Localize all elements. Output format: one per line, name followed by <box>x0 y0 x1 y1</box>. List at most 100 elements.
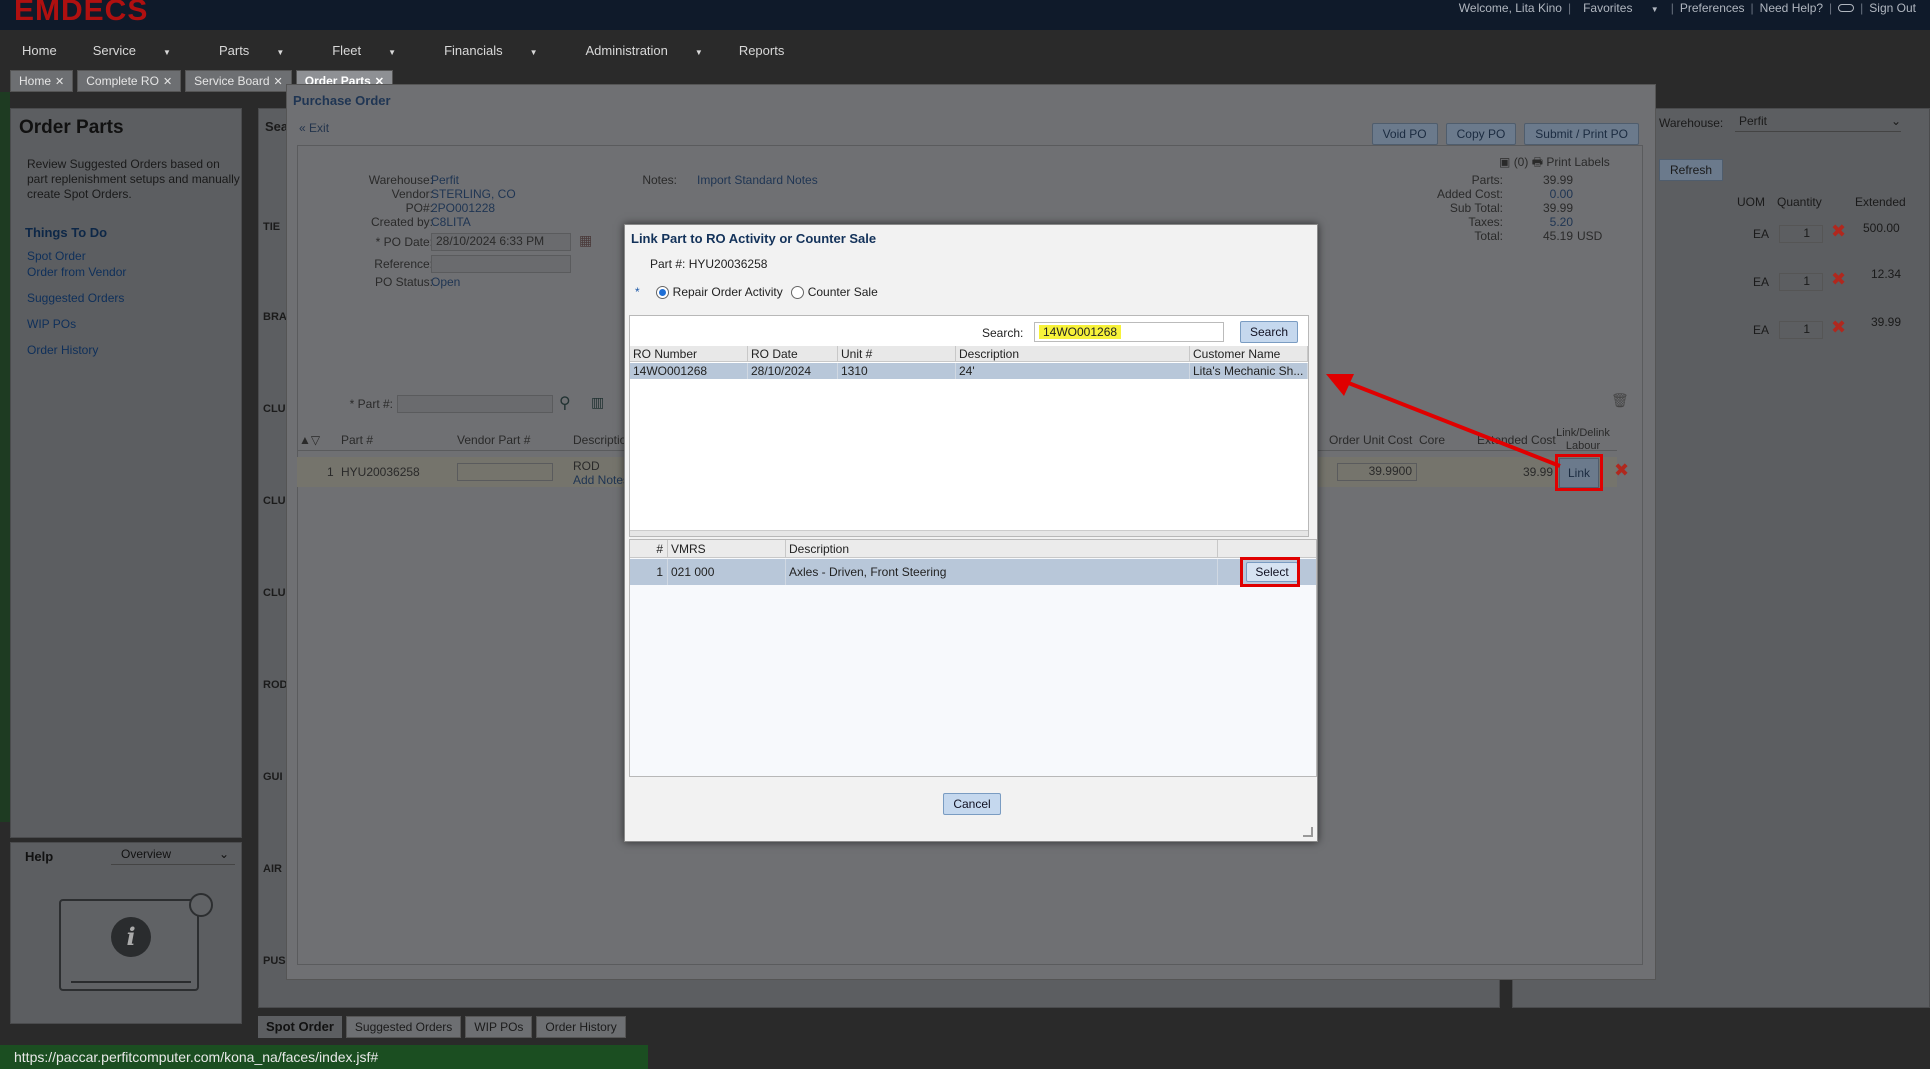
radio-repair-order-activity[interactable] <box>655 285 669 299</box>
vendor-label: Vendor: <box>391 187 433 201</box>
radio-counter-sale[interactable] <box>790 285 804 299</box>
delete-icon[interactable]: ✖ <box>1831 269 1846 290</box>
col-ro-number[interactable]: RO Number <box>630 346 748 362</box>
highlight-select-button <box>1240 557 1300 587</box>
summary-taxes[interactable]: 5.20 <box>1513 215 1573 229</box>
vmrs-description: Axles - Driven, Front Steering <box>786 559 1218 585</box>
sort-icon[interactable]: ▲▽ <box>299 433 320 447</box>
modal-title: Link Part to RO Activity or Counter Sale <box>631 231 877 246</box>
vmrs-code: 021 000 <box>668 559 786 585</box>
nav-home[interactable]: Home <box>10 43 69 58</box>
cart-qty-stepper[interactable]: 1 <box>1779 225 1823 243</box>
ro-table-row[interactable]: 14WO001268 28/10/2024 1310 24' Lita's Me… <box>630 363 1308 379</box>
po-toolbar: Void PO Copy PO Submit / Print PO <box>1364 123 1639 145</box>
ro-table-scrollbar[interactable] <box>630 530 1308 536</box>
help-video[interactable]: i <box>59 899 199 991</box>
link-suggested-orders[interactable]: Suggested Orders <box>27 291 126 305</box>
radio-counter-label[interactable]: Counter Sale <box>808 285 878 299</box>
cart-refresh-button[interactable]: Refresh <box>1659 159 1723 181</box>
part-input-label: * Part #: <box>349 397 393 411</box>
nav-administration[interactable]: Administration ▼ <box>562 43 727 58</box>
cart-qty-stepper[interactable]: 1 <box>1779 273 1823 291</box>
annotation-arrow <box>1326 374 1561 468</box>
po-date-input[interactable]: 28/10/2024 6:33 PM <box>431 233 571 251</box>
vmrs-table-header: # VMRS Description <box>630 540 1316 558</box>
cart-warehouse-select[interactable]: Perfit ⌄ <box>1735 114 1901 132</box>
sign-out-link[interactable]: Sign Out <box>1863 1 1922 15</box>
barcode-icon[interactable]: ▥ <box>591 395 604 411</box>
tab-suggested-orders[interactable]: Suggested Orders <box>345 1016 462 1038</box>
import-notes-link[interactable]: Import Standard Notes <box>697 173 818 187</box>
search-button[interactable]: Search <box>1240 321 1298 343</box>
submit-print-po-button[interactable]: Submit / Print PO <box>1524 123 1639 145</box>
search-icon[interactable]: ⚲ <box>559 393 571 412</box>
tab-service-board[interactable]: Service Board ✕ <box>185 70 292 92</box>
tab-home[interactable]: Home ✕ <box>10 70 74 92</box>
tab-order-history[interactable]: Order History <box>536 1016 626 1038</box>
link-order-history[interactable]: Order History <box>27 343 126 357</box>
preferences-link[interactable]: Preferences <box>1674 1 1751 15</box>
add-notes-link[interactable]: Add Notes <box>573 473 629 487</box>
resize-grip-icon[interactable] <box>1303 827 1313 837</box>
col-unit[interactable]: Unit # <box>838 346 956 362</box>
nav-reports[interactable]: Reports <box>727 43 797 58</box>
cart-qty-stepper[interactable]: 1 <box>1779 321 1823 339</box>
part-input[interactable] <box>397 395 553 413</box>
col-ro-date[interactable]: RO Date <box>748 346 838 362</box>
chevron-down-icon: ▼ <box>388 47 397 57</box>
close-icon[interactable]: ✕ <box>274 75 283 88</box>
col-vendor-part[interactable]: Vendor Part # <box>457 433 530 447</box>
vmrs-row[interactable]: 1 021 000 Axles - Driven, Front Steering… <box>630 557 1316 587</box>
trash-icon[interactable]: 🗑 <box>1611 393 1629 409</box>
summary-label: Parts: <box>1471 173 1503 187</box>
top-links: Welcome, Lita Kino | Favorites ▼ | Prefere… <box>1453 0 1922 16</box>
cancel-button[interactable]: Cancel <box>943 793 1001 815</box>
calendar-icon[interactable]: ▦ <box>579 233 592 249</box>
cart-extended: 12.34 <box>1871 267 1902 281</box>
link-wip-pos[interactable]: WIP POs <box>27 317 126 331</box>
void-po-button[interactable]: Void PO <box>1371 123 1438 145</box>
gear-icon[interactable] <box>189 893 213 917</box>
need-help-link[interactable]: Need Help? <box>1754 1 1829 15</box>
vendor-part-input[interactable] <box>457 463 553 481</box>
close-icon[interactable]: ✕ <box>163 75 172 88</box>
line-description: ROD <box>573 459 600 473</box>
delete-icon[interactable]: ✖ <box>1831 317 1846 338</box>
link-order-from-vendor[interactable]: Order from Vendor <box>27 265 126 279</box>
nav-parts[interactable]: Parts ▼ <box>195 43 308 58</box>
help-topic-select[interactable]: Overview ⌄ <box>111 847 235 865</box>
delete-line-icon[interactable]: ✖ <box>1614 460 1629 481</box>
radio-repair-label[interactable]: Repair Order Activity <box>673 285 783 299</box>
cart-extended: 39.99 <box>1871 315 1902 329</box>
nav-financials[interactable]: Financials ▼ <box>420 43 561 58</box>
copy-po-button[interactable]: Copy PO <box>1445 123 1517 145</box>
summary-added-cost[interactable]: 0.00 <box>1513 187 1573 201</box>
notes-label: Notes: <box>642 173 677 187</box>
reference-input[interactable] <box>431 255 571 273</box>
cart-header-uom: UOM <box>1737 195 1765 209</box>
close-icon[interactable]: ✕ <box>55 75 64 88</box>
search-input[interactable]: 14WO001268 <box>1034 322 1224 342</box>
summary-label: Taxes: <box>1468 215 1503 229</box>
summary-label: Added Cost: <box>1436 187 1503 201</box>
cart-uom: EA <box>1753 275 1770 289</box>
ro-customer: Lita's Mechanic Sh... <box>1190 363 1308 379</box>
col-customer-name[interactable]: Customer Name <box>1190 346 1308 362</box>
nav-service[interactable]: Service ▼ <box>69 43 195 58</box>
link-spot-order[interactable]: Spot Order <box>27 249 126 263</box>
chevron-down-icon: ▼ <box>276 47 285 57</box>
tab-wip-pos[interactable]: WIP POs <box>465 1016 533 1038</box>
nav-fleet[interactable]: Fleet ▼ <box>308 43 420 58</box>
tab-spot-order[interactable]: Spot Order <box>258 1016 342 1038</box>
col-part[interactable]: Part # <box>341 433 373 447</box>
delete-icon[interactable]: ✖ <box>1831 221 1846 242</box>
summary-parts: 39.99 <box>1542 173 1573 187</box>
tab-complete-ro[interactable]: Complete RO ✕ <box>77 70 182 92</box>
col-description[interactable]: Description <box>956 346 1190 362</box>
favorites-menu[interactable]: Favorites ▼ <box>1571 1 1671 15</box>
cart-extended: 500.00 <box>1863 221 1900 235</box>
chat-icon[interactable] <box>1838 4 1855 12</box>
help-panel: Help Overview ⌄ i <box>10 842 242 1024</box>
back-icon: « <box>299 121 306 135</box>
exit-button[interactable]: « Exit <box>299 121 329 135</box>
